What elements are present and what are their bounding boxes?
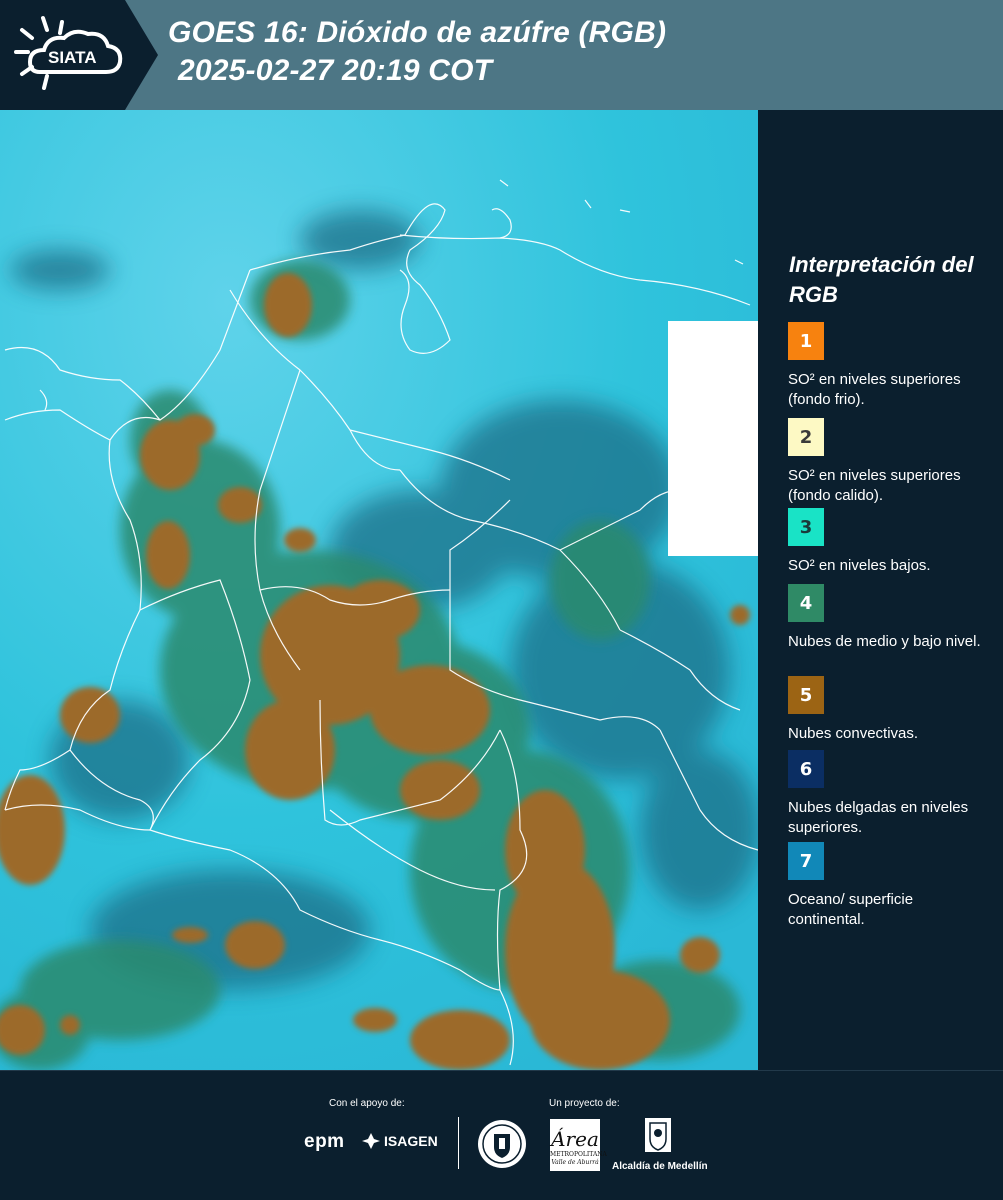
epm-logo[interactable]: epm (304, 1131, 345, 1153)
alcaldia-logo[interactable]: Alcaldía de Medellín (612, 1117, 708, 1172)
area-metropolitana-logo[interactable]: Área METROPOLITANA Valle de Aburrá (550, 1119, 607, 1171)
header-bar: SIATA GOES 16: Dióxido de azúfre (RGB) 2… (0, 0, 1003, 110)
title-product: GOES 16: Dióxido de azúfre (RGB) (168, 16, 667, 49)
legend-swatch: 2 (788, 418, 824, 456)
legend-item: 4 Nubes de medio y bajo nivel. (788, 584, 993, 652)
legend-item: 7 Oceano/ superficie continental. (788, 842, 993, 930)
siata-logo[interactable]: SIATA (0, 0, 158, 110)
project-label: Un proyecto de: (549, 1098, 620, 1109)
title-datetime: 2025-02-27 20:19 COT (178, 54, 493, 87)
area-logo-name: Área (551, 1127, 599, 1151)
isagen-logo-text: ISAGEN (384, 1133, 438, 1149)
so2-rgb-image (0, 110, 758, 1070)
svg-text:SIATA: SIATA (48, 48, 96, 67)
legend-label: Nubes convectivas. (788, 725, 919, 742)
legend-item: 2 SO² en niveles superiores (fondo calid… (788, 418, 993, 506)
legend-swatch: 5 (788, 676, 824, 714)
footer-bar: Con el apoyo de: Un proyecto de: epm ISA… (0, 1070, 1003, 1200)
epm-logo-text: epm (304, 1131, 345, 1152)
page-title: GOES 16: Dióxido de azúfre (RGB) 2025-02… (168, 14, 666, 90)
support-label: Con el apoyo de: (329, 1098, 405, 1109)
legend-swatch: 1 (788, 322, 824, 360)
legend-title: Interpretación del RGB (789, 252, 974, 307)
area-logo-sub2: Valle de Aburrá (551, 1159, 599, 1166)
legend-item: 1 SO² en niveles superiores (fondo frio)… (788, 322, 993, 410)
isagen-mark-icon (362, 1133, 380, 1149)
satellite-map[interactable] (0, 110, 758, 1070)
legend-swatch: 6 (788, 750, 824, 788)
legend-label: SO² en niveles superiores (fondo calido)… (788, 467, 961, 504)
area-logo-sub1: METROPOLITANA (550, 1151, 607, 1158)
isagen-logo[interactable]: ISAGEN (362, 1133, 438, 1149)
medellin-seal-logo[interactable] (477, 1119, 527, 1174)
legend-label: Nubes delgadas en niveles superiores. (788, 799, 969, 836)
legend-swatch: 4 (788, 584, 824, 622)
seal-icon (478, 1120, 526, 1168)
legend-item: 5 Nubes convectivas. (788, 676, 993, 744)
legend-item: 3 SO² en niveles bajos. (788, 508, 993, 576)
legend-panel: Interpretación del RGB 1 SO² en niveles … (760, 110, 1003, 1070)
footer-divider (458, 1117, 459, 1169)
legend-label: Oceano/ superficie continental. (788, 891, 914, 928)
legend-item: 6 Nubes delgadas en niveles superiores. (788, 750, 993, 838)
legend-label: Nubes de medio y bajo nivel. (788, 633, 981, 650)
legend-swatch: 7 (788, 842, 824, 880)
legend-label: SO² en niveles superiores (fondo frio). (788, 371, 961, 408)
alcaldia-logo-text: Alcaldía de Medellín (612, 1161, 708, 1172)
siata-sun-cloud-icon: SIATA (0, 0, 158, 110)
coat-of-arms-icon (645, 1118, 671, 1152)
legend-label: SO² en niveles bajos. (788, 557, 931, 574)
no-data-patch (668, 321, 758, 556)
legend-swatch: 3 (788, 508, 824, 546)
